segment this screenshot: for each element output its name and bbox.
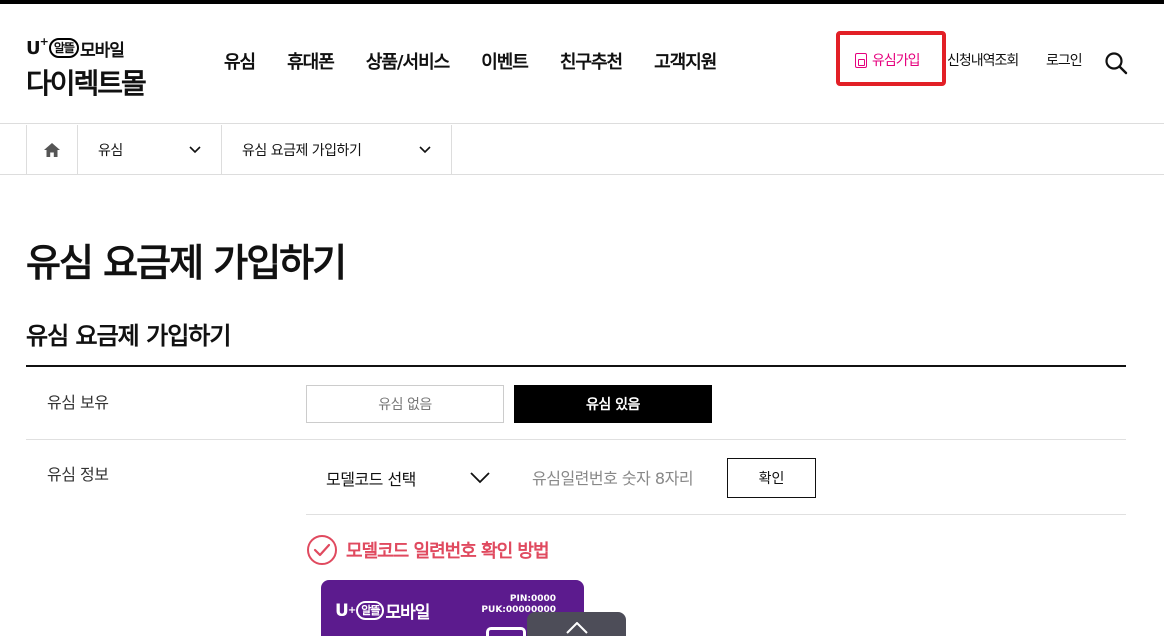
breadcrumb-dropdown-category[interactable]: 유심 (78, 125, 222, 174)
logo[interactable]: U+ 알뜰 모바일 다이렉트몰 (26, 35, 166, 100)
login-link[interactable]: 로그인 (1046, 50, 1083, 70)
option-no-sim[interactable]: 유심 없음 (306, 385, 504, 423)
confirm-button[interactable]: 확인 (727, 458, 816, 498)
card-chip (486, 627, 526, 636)
breadcrumb-label: 유심 요금제 가입하기 (242, 142, 362, 159)
chevron-up-icon (565, 622, 588, 634)
option-have-sim[interactable]: 유심 있음 (514, 385, 712, 423)
nav-item-phone[interactable]: 휴대폰 (287, 48, 335, 74)
row-divider (26, 439, 1126, 440)
sim-card-icon (855, 52, 867, 68)
nav-item-usim[interactable]: 유심 (224, 48, 256, 74)
card-logo-circle: 알뜰 (356, 601, 385, 620)
sub-divider (306, 514, 1126, 515)
nav-item-referral[interactable]: 친구추천 (560, 48, 623, 74)
card-logo: U + 알뜰 모바일 (335, 598, 430, 624)
scroll-top-button[interactable] (527, 612, 626, 636)
section-rule (26, 365, 1126, 367)
section-title: 유심 요금제 가입하기 (26, 322, 231, 350)
check-circle-icon (307, 535, 337, 565)
card-pin: PIN:0000 (509, 594, 556, 604)
application-lookup-link[interactable]: 신청내역조회 (947, 50, 1019, 70)
logo-suffix: 모바일 (79, 40, 125, 61)
breadcrumb-home[interactable] (27, 125, 78, 174)
main-nav: 유심 휴대폰 상품/서비스 이벤트 친구추천 고객지원 (224, 48, 748, 74)
chevron-down-icon (470, 472, 490, 484)
logo-top: U+ 알뜰 모바일 (26, 35, 166, 61)
model-code-select[interactable]: 모델코드 선택 (306, 458, 506, 498)
home-icon (44, 142, 60, 157)
page-title: 유심 요금제 가입하기 (26, 241, 347, 285)
howto-label: 모델코드 일련번호 확인 방법 (346, 541, 550, 562)
sim-owned-label: 유심 보유 (47, 393, 109, 412)
logo-uplus: U+ (26, 35, 49, 59)
model-code-value: 모델코드 선택 (326, 470, 416, 489)
nav-item-products[interactable]: 상품/서비스 (366, 48, 450, 74)
breadcrumb: 유심 유심 요금제 가입하기 (26, 125, 452, 174)
logo-circle: 알뜰 (48, 38, 79, 58)
chevron-down-icon (189, 145, 201, 153)
sim-signup-link[interactable]: 유심가입 (855, 50, 921, 70)
breadcrumb-dropdown-page[interactable]: 유심 요금제 가입하기 (222, 125, 452, 174)
howto-link[interactable]: 모델코드 일련번호 확인 방법 (306, 534, 550, 566)
breadcrumb-label: 유심 (98, 142, 123, 159)
logo-main: 다이렉트몰 (26, 67, 147, 100)
sim-info-label: 유심 정보 (47, 465, 109, 484)
card-logo-suffix: 모바일 (385, 603, 430, 623)
chevron-down-icon (419, 145, 431, 153)
sim-signup-label: 유심가입 (872, 53, 921, 69)
nav-item-support[interactable]: 고객지원 (654, 48, 717, 74)
nav-item-events[interactable]: 이벤트 (481, 48, 529, 74)
serial-number-input[interactable] (520, 458, 720, 498)
breadcrumb-divider (0, 174, 1164, 175)
search-icon[interactable] (1104, 51, 1128, 75)
